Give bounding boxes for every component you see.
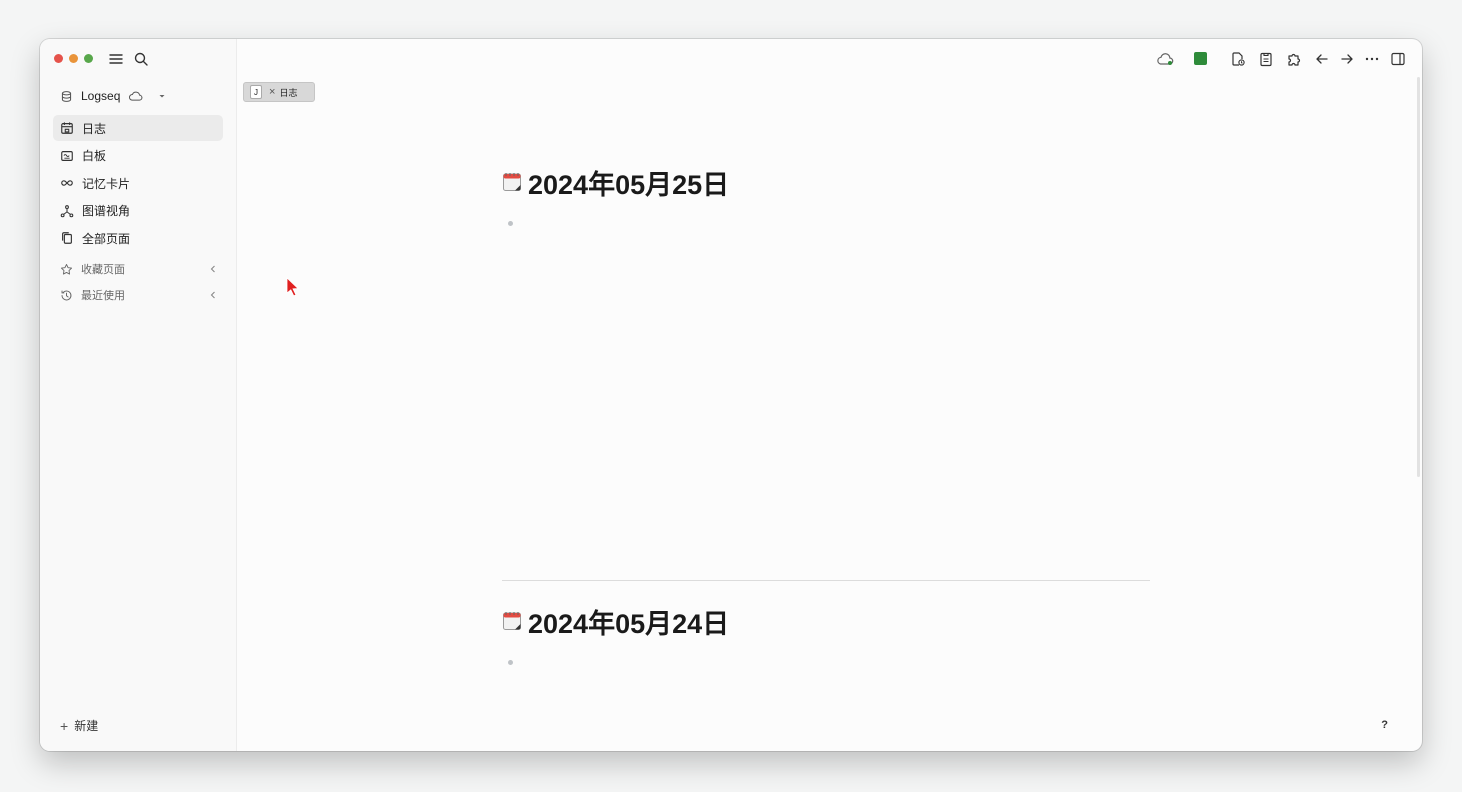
- sidebar-item-label: 日志: [82, 121, 107, 136]
- puzzle-icon[interactable]: [1286, 51, 1302, 67]
- journal-page-title[interactable]: 2024年05月24日: [502, 604, 730, 639]
- whiteboard-icon: [61, 150, 73, 161]
- sidebar-nav: 日志 白板 记忆卡片 图谱视角 全部页面: [53, 115, 223, 253]
- recent-label: 最近使用: [81, 290, 125, 302]
- mouse-cursor-icon: [286, 277, 299, 297]
- chevron-left-icon[interactable]: [208, 288, 218, 302]
- close-window-button[interactable]: [54, 54, 63, 63]
- journals-tab[interactable]: J × 日志: [243, 82, 315, 102]
- star-icon: [61, 263, 72, 274]
- arrow-right-icon[interactable]: [1339, 51, 1355, 67]
- cloud-icon: [129, 91, 143, 101]
- window-controls: [54, 54, 93, 63]
- minimize-window-button[interactable]: [69, 54, 78, 63]
- calendar-icon: [61, 122, 73, 134]
- new-button[interactable]: + 新建: [60, 717, 98, 734]
- caret-down-icon: [159, 95, 165, 98]
- favorites-section[interactable]: 收藏页面: [60, 259, 218, 279]
- journal-title-text: 2024年05月25日: [528, 169, 730, 200]
- sidebar-item-journals[interactable]: 日志: [53, 115, 223, 141]
- menu-icon[interactable]: [108, 51, 124, 67]
- shortcut-key: J: [250, 85, 262, 99]
- app-window: Logseq 日志 白板 记忆卡片 图谱视角 全部页面 收藏页面 最近使用 + …: [40, 39, 1422, 751]
- clipboard-icon[interactable]: [1258, 51, 1274, 67]
- sidebar-item-whiteboards[interactable]: 白板: [53, 143, 223, 169]
- scrollbar[interactable]: [1417, 77, 1420, 477]
- main-content: J × 日志 2024年05月25日 2024年05月24日 ?: [237, 39, 1422, 751]
- zoom-window-button[interactable]: [84, 54, 93, 63]
- top-toolbar: [1142, 51, 1412, 67]
- block-bullet[interactable]: [508, 660, 513, 665]
- tab-label: 日志: [279, 87, 298, 98]
- search-icon[interactable]: [133, 51, 149, 67]
- sidebar-item-all-pages[interactable]: 全部页面: [53, 225, 223, 251]
- calendar-emoji-icon: [503, 173, 521, 191]
- journal-divider: [502, 580, 1150, 581]
- help-button[interactable]: ?: [1381, 719, 1388, 731]
- left-sidebar: Logseq 日志 白板 记忆卡片 图谱视角 全部页面 收藏页面 最近使用 + …: [40, 39, 237, 751]
- sidebar-item-flashcards[interactable]: 记忆卡片: [53, 170, 223, 196]
- more-icon[interactable]: [1364, 51, 1380, 67]
- recent-section[interactable]: 最近使用: [60, 285, 218, 305]
- sidebar-item-label: 图谱视角: [82, 204, 131, 219]
- page-history-icon[interactable]: [1230, 51, 1246, 67]
- graph-selector[interactable]: Logseq: [60, 86, 167, 106]
- sidebar-item-label: 记忆卡片: [82, 176, 131, 191]
- chevron-left-icon[interactable]: [208, 262, 218, 276]
- history-icon: [61, 290, 72, 300]
- plus-icon: +: [60, 717, 69, 734]
- sidebar-item-graph-view[interactable]: 图谱视角: [53, 198, 223, 224]
- sync-status-icon[interactable]: [1194, 52, 1207, 65]
- pages-icon: [62, 232, 72, 245]
- graph-icon: [60, 204, 74, 218]
- block-bullet[interactable]: [508, 221, 513, 226]
- sidebar-item-label: 全部页面: [82, 231, 131, 246]
- journal-title-text: 2024年05月24日: [528, 608, 730, 639]
- arrow-left-icon[interactable]: [1314, 51, 1330, 67]
- new-button-label: 新建: [74, 719, 99, 733]
- sync-cloud-icon[interactable]: [1156, 51, 1174, 67]
- calendar-emoji-icon: [503, 612, 521, 630]
- database-icon: [61, 90, 72, 102]
- journal-page-title[interactable]: 2024年05月25日: [502, 165, 730, 200]
- graph-name: Logseq: [81, 89, 121, 103]
- close-icon[interactable]: ×: [269, 86, 275, 98]
- sidebar-item-label: 白板: [82, 149, 107, 164]
- favorites-label: 收藏页面: [81, 264, 125, 276]
- infinity-icon: [61, 180, 73, 186]
- right-sidebar-toggle-icon[interactable]: [1390, 51, 1406, 67]
